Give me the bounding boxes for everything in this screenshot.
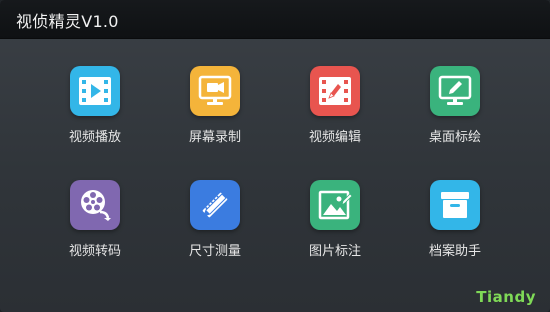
tool-label: 图片标注 — [308, 244, 361, 259]
tool-grid: 视频播放 屏幕录制 视频编辑 桌面标绘 视频转码 尺寸测量 图片标注 档案助手 — [0, 38, 550, 298]
video-transcode-icon — [70, 180, 120, 230]
tool-screen-record[interactable]: 屏幕录制 — [160, 66, 270, 156]
app-window: 视侦精灵V1.0 视频播放 屏幕录制 视频编辑 桌面标绘 视频转码 尺寸测量 图… — [0, 0, 550, 312]
video-edit-icon — [310, 66, 360, 116]
tool-label: 尺寸测量 — [188, 244, 241, 259]
tool-video-transcode[interactable]: 视频转码 — [40, 180, 150, 270]
archive-assistant-icon — [430, 180, 480, 230]
video-play-icon — [70, 66, 120, 116]
desktop-annotate-icon — [430, 66, 480, 116]
tool-label: 档案助手 — [428, 244, 481, 259]
size-measure-icon — [190, 180, 240, 230]
tool-video-edit[interactable]: 视频编辑 — [280, 66, 390, 156]
tool-label: 视频播放 — [68, 130, 121, 145]
tool-label: 视频转码 — [68, 244, 121, 259]
tool-desktop-annotate[interactable]: 桌面标绘 — [400, 66, 510, 156]
tool-archive-assistant[interactable]: 档案助手 — [400, 180, 510, 270]
window-title: 视侦精灵V1.0 — [16, 12, 119, 31]
title-bar[interactable]: 视侦精灵V1.0 — [0, 0, 550, 39]
tool-image-annotate[interactable]: 图片标注 — [280, 180, 390, 270]
tool-label: 桌面标绘 — [428, 130, 481, 145]
tool-label: 视频编辑 — [308, 130, 361, 145]
tool-size-measure[interactable]: 尺寸测量 — [160, 180, 270, 270]
tool-label: 屏幕录制 — [188, 130, 241, 145]
brand-logo: Tiandy — [476, 288, 536, 306]
tool-video-play[interactable]: 视频播放 — [40, 66, 150, 156]
image-annotate-icon — [310, 180, 360, 230]
screen-record-icon — [190, 66, 240, 116]
